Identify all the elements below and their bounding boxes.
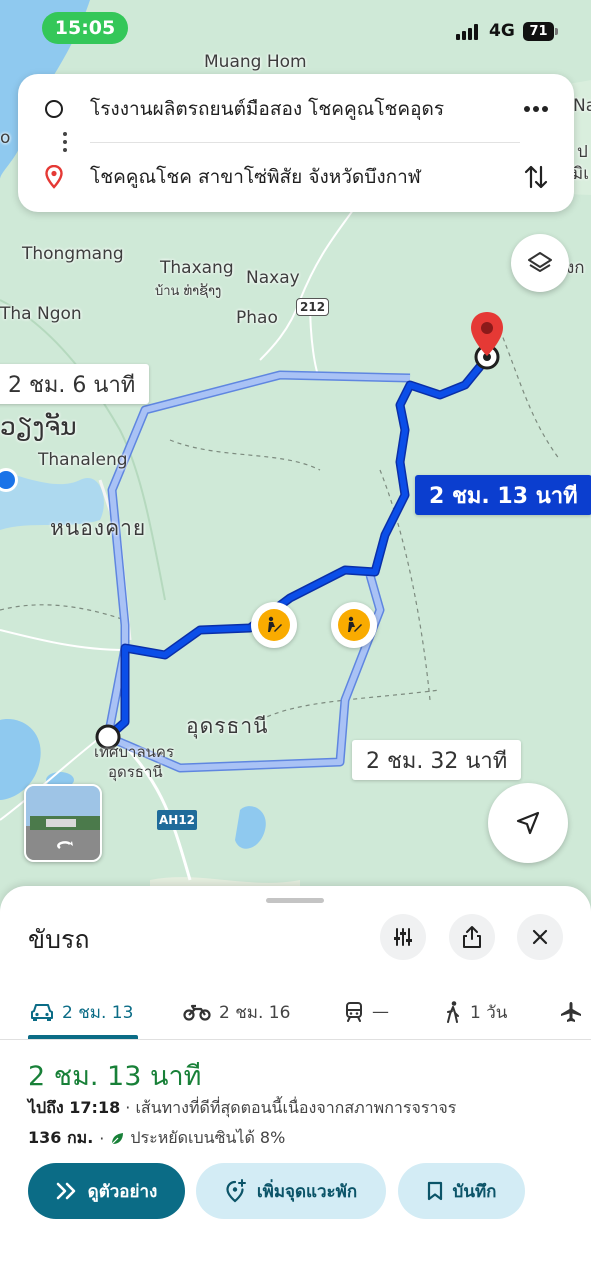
destination-pin-icon bbox=[471, 312, 503, 356]
place-label: ວຽງຈັນ bbox=[0, 412, 77, 441]
close-button[interactable] bbox=[517, 914, 563, 960]
navigation-arrow-icon bbox=[516, 811, 540, 835]
eco-leaf-icon bbox=[111, 1132, 124, 1144]
share-button[interactable] bbox=[449, 914, 495, 960]
train-icon bbox=[346, 1002, 362, 1022]
tab-flights[interactable] bbox=[560, 984, 582, 1040]
close-icon bbox=[532, 929, 548, 945]
tab-motorcycle-label: 2 ชม. 16 bbox=[219, 1002, 291, 1023]
place-label: Tha Ngon bbox=[0, 304, 82, 324]
directions-bottom-sheet: ขับรถ 2 ชม. 13 2 ชม. 16 — 1 วัน 2 ชม. 13… bbox=[0, 886, 591, 1280]
place-label: Thanaleng bbox=[38, 450, 128, 470]
place-label: Na bbox=[573, 96, 591, 116]
tab-transit-label: — bbox=[372, 1002, 389, 1022]
place-label: อุดรธานี bbox=[186, 714, 269, 738]
destination-pin-icon bbox=[45, 165, 63, 189]
more-options-button[interactable] bbox=[516, 89, 556, 129]
preview-label: ดูตัวอย่าง bbox=[87, 1181, 158, 1202]
status-bar: 15:05 4G 71 bbox=[0, 0, 591, 56]
alt-route-label[interactable]: 2 ชม. 32 นาที bbox=[352, 740, 522, 780]
save-button[interactable]: บันทึก bbox=[398, 1163, 525, 1219]
fast-forward-icon bbox=[56, 1182, 75, 1200]
origin-circle-icon bbox=[45, 100, 63, 118]
route-options-button[interactable] bbox=[380, 914, 426, 960]
network-type: 4G bbox=[489, 21, 515, 41]
car-icon bbox=[31, 1004, 53, 1021]
navigate-button[interactable] bbox=[488, 783, 568, 863]
street-view-thumbnail[interactable] bbox=[24, 784, 102, 862]
battery-icon: 71 bbox=[523, 22, 559, 41]
swap-vertical-icon bbox=[524, 165, 548, 189]
swap-button[interactable] bbox=[516, 157, 556, 197]
status-time: 15:05 bbox=[42, 12, 128, 44]
origin-input[interactable]: โรงงานผลิตรถยนต์มือสอง โชคคูณโชคอุดร bbox=[90, 94, 500, 124]
tab-walking-label: 1 วัน bbox=[470, 1002, 508, 1023]
airplane-icon bbox=[561, 1002, 581, 1022]
place-label: งก bbox=[566, 258, 585, 278]
route-reason: · เส้นทางที่ดีที่สุดตอนนี้เนื่องจากสภาพก… bbox=[120, 1098, 457, 1117]
place-label: o bbox=[0, 128, 11, 148]
directions-search-card: โรงงานผลิตรถยนต์มือสอง โชคคูณโชคอุดร โชค… bbox=[18, 74, 574, 212]
road-shield: 212 bbox=[296, 298, 330, 316]
active-tab-indicator bbox=[28, 1035, 138, 1039]
route-distance: 136 กม. bbox=[28, 1128, 94, 1147]
add-stop-button[interactable]: เพิ่มจุดแวะพัก bbox=[196, 1163, 386, 1219]
place-label: Thongmang bbox=[22, 244, 124, 264]
primary-route-label[interactable]: 2 ชม. 13 นาที bbox=[415, 475, 591, 515]
preview-button[interactable]: ดูตัวอย่าง bbox=[28, 1163, 185, 1219]
bookmark-icon bbox=[427, 1181, 442, 1201]
place-label: มิเ bbox=[572, 164, 590, 184]
cellular-signal-icon bbox=[456, 24, 482, 40]
route-dots-icon bbox=[63, 132, 67, 152]
motorcycle-icon bbox=[183, 1004, 211, 1021]
layers-icon bbox=[528, 252, 552, 272]
tab-driving-label: 2 ชม. 13 bbox=[62, 1002, 134, 1023]
route-arrival-info: ไปถึง 17:18 · เส้นทางที่ดีที่สุดตอนนี้เน… bbox=[28, 1096, 456, 1121]
more-horizontal-icon bbox=[524, 106, 548, 112]
alt-route-label[interactable]: 2 ชม. 6 นาที bbox=[0, 364, 150, 404]
fuel-saving-text: ประหยัดเบนซินได้ 8% bbox=[130, 1128, 286, 1147]
route-distance-info: 136 กม. · ประหยัดเบนซินได้ 8% bbox=[28, 1126, 285, 1151]
add-stop-label: เพิ่มจุดแวะพัก bbox=[256, 1181, 358, 1202]
layers-button[interactable] bbox=[511, 234, 569, 292]
place-label: อุดรธานี bbox=[108, 763, 163, 781]
place-label: หนองคาย bbox=[50, 516, 147, 540]
destination-input[interactable]: โชคคูณโชค สาขาโซ่พิสัย จังหวัดบึงกาฬ bbox=[90, 162, 500, 192]
tab-motorcycle[interactable]: 2 ชม. 16 bbox=[183, 984, 290, 1040]
place-label: บ้าน ທ່າຊ້າງ bbox=[155, 284, 222, 299]
sliders-icon bbox=[394, 928, 412, 946]
place-label: Thaxang bbox=[160, 258, 234, 278]
save-label: บันทึก bbox=[452, 1181, 497, 1202]
construction-icon[interactable] bbox=[331, 602, 377, 648]
tab-driving[interactable]: 2 ชม. 13 bbox=[30, 984, 133, 1040]
travel-mode-tabs: 2 ชม. 13 2 ชม. 16 — 1 วัน bbox=[0, 984, 591, 1040]
walking-icon bbox=[447, 1001, 459, 1023]
sheet-title: ขับรถ bbox=[28, 925, 90, 954]
tab-transit[interactable]: — bbox=[344, 984, 389, 1040]
share-icon bbox=[463, 926, 481, 948]
place-label: Naxay bbox=[246, 268, 300, 288]
tab-walking[interactable]: 1 วัน bbox=[444, 984, 507, 1040]
sheet-grabber[interactable] bbox=[266, 898, 324, 903]
place-label: Phao bbox=[236, 308, 278, 328]
add-location-icon bbox=[226, 1179, 246, 1203]
route-duration: 2 ชม. 13 นาที bbox=[28, 1061, 202, 1092]
battery-level: 71 bbox=[523, 22, 554, 41]
construction-icon[interactable] bbox=[251, 602, 297, 648]
highway-shield: AH12 bbox=[157, 810, 197, 830]
arrival-time: ไปถึง 17:18 bbox=[28, 1098, 121, 1117]
